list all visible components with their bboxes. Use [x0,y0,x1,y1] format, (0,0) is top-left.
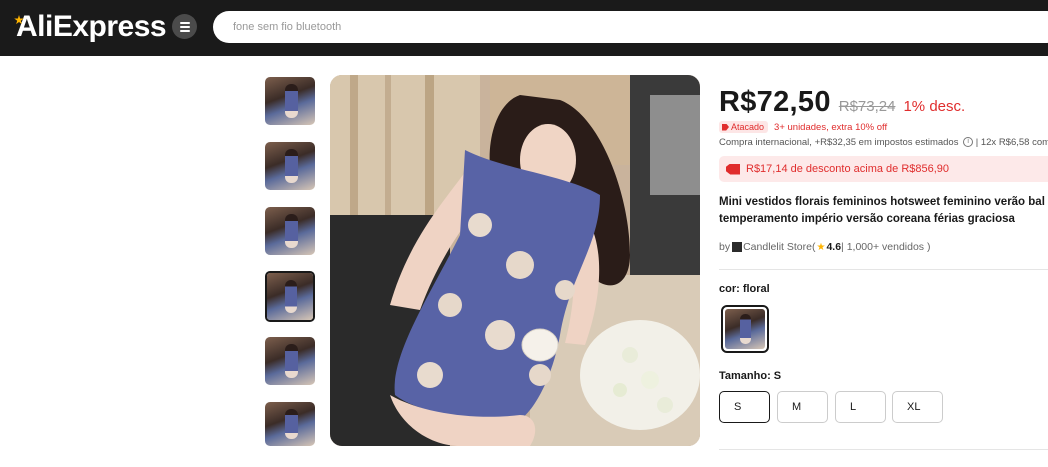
thumbnail-image [265,337,315,385]
rating-value: 4.6 [826,241,842,253]
current-price: R$72,50 [719,86,831,118]
product-title-line-1: Mini vestidos florais femininos hotsweet… [719,196,1045,208]
color-label: cor: floral [719,283,770,295]
menu-icon-line [179,21,190,24]
tax-info: Compra internacional, +R$32,35 em impost… [719,137,1048,148]
size-option-s[interactable]: S [719,391,770,423]
divider [719,269,1048,270]
size-label: Tamanho: S [719,370,782,382]
thumbnail-image [267,273,313,320]
main-product-image[interactable] [330,75,700,446]
search-input[interactable] [213,11,1048,43]
product-title-line-2: temperamento império versão coreana féri… [719,213,1015,225]
discount-label: 1% desc. [903,98,966,115]
wholesale-row: Atacado 3+ unidades, extra 10% off [719,121,887,133]
store-prefix: by [719,241,731,253]
logo-text: AliExpress [16,10,167,43]
thumbnail-image [265,402,315,446]
size-option-l[interactable]: L [835,391,886,423]
thumbnail-5[interactable] [265,337,315,385]
thumbnail-image [265,207,315,255]
size-option-m[interactable]: M [777,391,828,423]
product-title: Mini vestidos florais femininos hotsweet… [719,194,1048,228]
color-swatch-image [725,309,765,349]
thumbnail-2[interactable] [265,142,315,190]
thumbnail-image [265,142,315,190]
store-logo-icon [732,242,743,252]
menu-button[interactable] [172,14,197,39]
thumbnail-4-selected[interactable] [265,271,315,322]
size-option-xl[interactable]: XL [892,391,943,423]
thumbnail-3[interactable] [265,207,315,255]
tag-icon [722,123,729,131]
price-row: R$72,50 R$73,24 1% desc. [719,86,965,119]
info-icon[interactable]: i [963,137,974,148]
installments-text: | 12x R$6,58 com [975,137,1048,148]
store-name-link[interactable]: Candlelit Store [743,241,812,253]
thumbnail-1[interactable] [265,77,315,125]
menu-icon-line [179,25,190,28]
original-price: R$73,24 [838,98,896,115]
menu-icon-line [179,29,190,32]
aliexpress-logo[interactable]: AliExpress [14,9,167,45]
wholesale-text: 3+ unidades, extra 10% off [774,121,888,133]
coupon-tag-icon [726,163,740,175]
store-info: by Candlelit Store ( ★ 4.6 | 1,000+ vend… [719,241,930,253]
coupon-text: R$17,14 de desconto acima de R$856,90 [746,163,950,175]
color-option-floral[interactable] [721,305,769,353]
store-paren: ( [811,241,816,253]
wholesale-badge: Atacado [719,121,769,133]
star-icon: ★ [816,241,826,253]
thumbnail-image [265,77,315,125]
top-bar: AliExpress [0,0,1048,56]
dress-photo-illustration [330,75,700,446]
thumbnail-6[interactable] [265,402,315,446]
wholesale-badge-text: Atacado [731,122,765,132]
divider [719,449,1048,450]
sold-count: | 1,000+ vendidos ) [841,241,931,253]
tax-text: Compra internacional, +R$32,35 em impost… [719,137,959,148]
coupon-banner[interactable]: R$17,14 de desconto acima de R$856,90 [719,156,1048,182]
